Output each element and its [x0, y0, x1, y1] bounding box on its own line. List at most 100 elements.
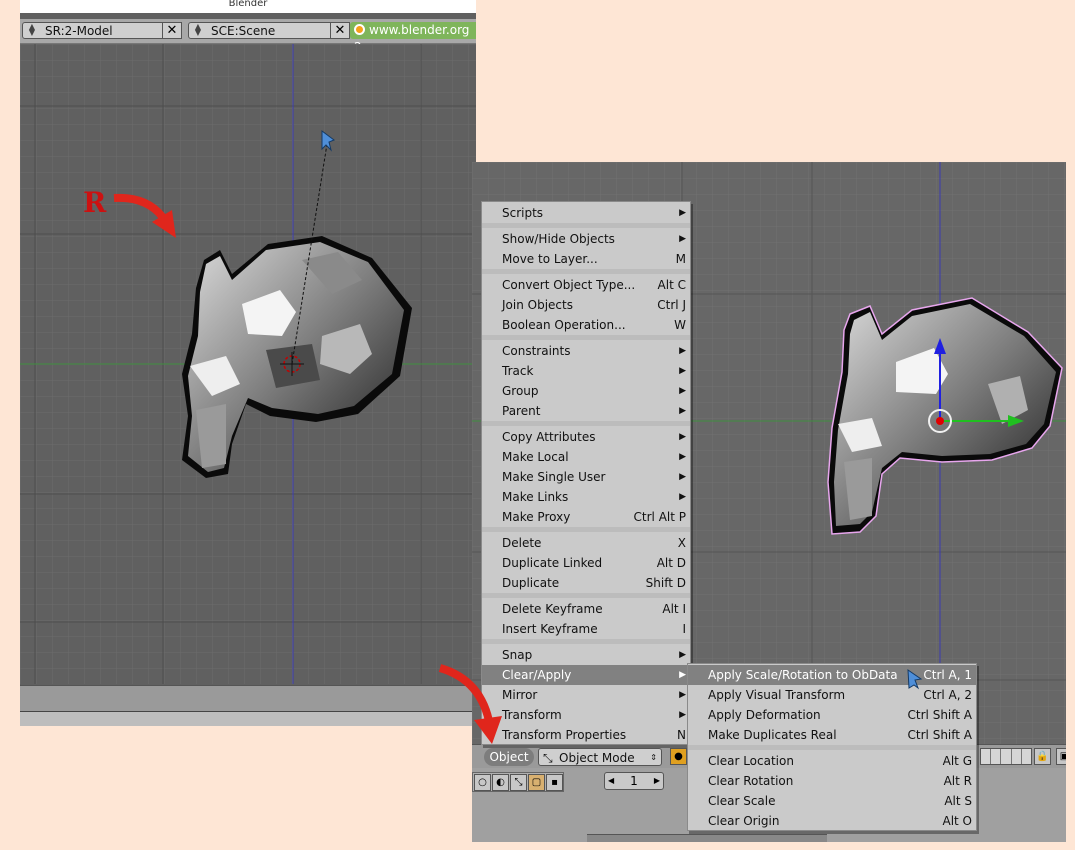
- menu-item-label: Show/Hide Objects: [502, 232, 615, 246]
- editing-tab-icon[interactable]: ▢: [528, 774, 545, 791]
- object-menu-item-parent[interactable]: Parent ▶: [482, 401, 690, 421]
- clear-apply-item-clear-scale[interactable]: Clear Scale Alt S: [688, 791, 976, 811]
- menu-item-label: Clear/Apply: [502, 668, 572, 682]
- mouse-pointer-icon: [907, 669, 923, 690]
- menu-item-label: Clear Origin: [708, 814, 780, 828]
- menu-item-shortcut: X: [677, 536, 686, 550]
- clear-apply-item-clear-location[interactable]: Clear Location Alt G: [688, 751, 976, 771]
- menu-item-label: Insert Keyframe: [502, 622, 598, 636]
- object-menu-item-duplicate[interactable]: Duplicate Shift D: [482, 573, 690, 593]
- submenu-arrow-icon: ▶: [679, 710, 686, 720]
- menu-item-shortcut: Alt D: [656, 556, 686, 570]
- object-mode-icon: ⤡: [543, 751, 553, 765]
- object-menu-item-delete-keyframe[interactable]: Delete Keyframe Alt I: [482, 599, 690, 619]
- menu-separator: [482, 269, 690, 274]
- menu-item-shortcut: Ctrl Shift A: [907, 708, 972, 722]
- object-menu-item-make-single-user[interactable]: Make Single User ▶: [482, 467, 690, 487]
- menu-item-label: Clear Scale: [708, 794, 776, 808]
- object-menu: Scripts ▶ Show/Hide Objects ▶ Move to Layer.…: [481, 201, 691, 745]
- menu-separator: [482, 527, 690, 532]
- menu-item-label: Make Local: [502, 450, 569, 464]
- menu-item-label: Make Duplicates Real: [708, 728, 837, 742]
- menu-item-label: Transform Properties: [502, 728, 627, 742]
- submenu-arrow-icon: ▶: [679, 406, 686, 416]
- object-menu-item-clear-apply[interactable]: Clear/Apply ▶: [482, 665, 690, 685]
- object-menu-item-make-proxy[interactable]: Make Proxy Ctrl Alt P: [482, 507, 690, 527]
- clear-apply-item-clear-rotation[interactable]: Clear Rotation Alt R: [688, 771, 976, 791]
- lock-icon[interactable]: 🔒: [1034, 748, 1051, 765]
- shading-solid-icon[interactable]: ○: [474, 774, 491, 791]
- menu-item-label: Clear Location: [708, 754, 794, 768]
- object-tab-icon[interactable]: ⤡: [510, 774, 527, 791]
- object-menu-item-snap[interactable]: Snap ▶: [482, 645, 690, 665]
- clear-apply-item-make-duplicates-real[interactable]: Make Duplicates Real Ctrl Shift A: [688, 725, 976, 745]
- menu-item-label: Parent: [502, 404, 541, 418]
- menu-separator: [482, 421, 690, 426]
- screen-label: SR:2-Model: [45, 24, 113, 38]
- clear-apply-item-apply-visual-transform[interactable]: Apply Visual Transform Ctrl A, 2: [688, 685, 976, 705]
- delete-screen-button[interactable]: ✕: [162, 22, 182, 39]
- menu-item-shortcut: Ctrl A, 2: [923, 688, 972, 702]
- object-menu-item-duplicate-linked[interactable]: Duplicate Linked Alt D: [482, 553, 690, 573]
- object-menu-item-copy-attributes[interactable]: Copy Attributes ▶: [482, 427, 690, 447]
- delete-scene-button[interactable]: ✕: [330, 22, 350, 39]
- object-menu-item-convert-object-type[interactable]: Convert Object Type... Alt C: [482, 275, 690, 295]
- object-menu-item-join-objects[interactable]: Join Objects Ctrl J: [482, 295, 690, 315]
- arrow-left-icon: ◀: [608, 776, 615, 785]
- object-menu-item-make-local[interactable]: Make Local ▶: [482, 447, 690, 467]
- object-menu-item-move-to-layer[interactable]: Move to Layer... M: [482, 249, 690, 269]
- menu-item-label: Boolean Operation...: [502, 318, 626, 332]
- layer-buttons[interactable]: [980, 748, 1032, 765]
- mode-selector[interactable]: ⤡ Object Mode ⇕: [538, 748, 662, 766]
- object-menu-item-constraints[interactable]: Constraints ▶: [482, 341, 690, 361]
- object-menu-item-boolean-operation[interactable]: Boolean Operation... W: [482, 315, 690, 335]
- blender-url-badge[interactable]: www.blender.org 2: [350, 22, 476, 54]
- menu-item-label: Duplicate: [502, 576, 560, 590]
- object-menu-item-transform-properties[interactable]: Transform Properties N: [482, 725, 690, 745]
- 3d-viewport-left[interactable]: [20, 44, 476, 684]
- menu-item-label: Track: [502, 364, 534, 378]
- menu-item-label: Transform: [502, 708, 562, 722]
- scene-label: SCE:Scene: [211, 24, 276, 38]
- object-menu-item-mirror[interactable]: Mirror ▶: [482, 685, 690, 705]
- draw-type-icon[interactable]: ●: [670, 748, 687, 765]
- object-menu-item-make-links[interactable]: Make Links ▶: [482, 487, 690, 507]
- menu-item-label: Duplicate Linked: [502, 556, 603, 570]
- menu-item-shortcut: Ctrl Shift A: [907, 728, 972, 742]
- submenu-arrow-icon: ▶: [679, 432, 686, 442]
- object-menu-item-delete[interactable]: Delete X: [482, 533, 690, 553]
- clear-apply-item-apply-deformation[interactable]: Apply Deformation Ctrl Shift A: [688, 705, 976, 725]
- submenu-arrow-icon: ▶: [679, 234, 686, 244]
- camera-icon[interactable]: ▣: [1056, 748, 1066, 765]
- menu-item-shortcut: N: [677, 728, 686, 742]
- object-menu-item-track[interactable]: Track ▶: [482, 361, 690, 381]
- annotation-letter-r: R: [83, 186, 107, 219]
- menu-item-label: Delete: [502, 536, 542, 550]
- menu-item-shortcut: Shift D: [645, 576, 686, 590]
- clear-apply-item-clear-origin[interactable]: Clear Origin Alt O: [688, 811, 976, 831]
- menu-item-shortcut: Alt S: [944, 794, 972, 808]
- shading-sphere-icon[interactable]: ◐: [492, 774, 509, 791]
- object-menu-button[interactable]: Object: [484, 748, 534, 766]
- object-menu-item-show-hide-objects[interactable]: Show/Hide Objects ▶: [482, 229, 690, 249]
- menu-item-shortcut: Alt C: [657, 278, 686, 292]
- clear-apply-item-apply-scale-rotation-to-obdata[interactable]: Apply Scale/Rotation to ObData Ctrl A, 1: [688, 665, 976, 685]
- menu-item-label: Apply Visual Transform: [708, 688, 846, 702]
- left-bottom-strip: [20, 685, 476, 726]
- scene-tab-icon[interactable]: ▪: [546, 774, 563, 791]
- menu-separator: [688, 745, 976, 750]
- menu-item-label: Snap: [502, 648, 533, 662]
- frame-number-field[interactable]: ◀ 1 ▶: [604, 772, 664, 790]
- object-menu-item-transform[interactable]: Transform ▶: [482, 705, 690, 725]
- frame-value: 1: [630, 774, 638, 788]
- menu-item-shortcut: Ctrl J: [657, 298, 686, 312]
- scene-selector[interactable]: ▲ ▼ SCE:Scene: [188, 22, 333, 39]
- screen-selector[interactable]: ▲ ▼ SR:2-Model: [22, 22, 165, 39]
- object-menu-item-group[interactable]: Group ▶: [482, 381, 690, 401]
- object-menu-item-scripts[interactable]: Scripts ▶: [482, 203, 690, 223]
- object-menu-item-insert-keyframe[interactable]: Insert Keyframe I: [482, 619, 690, 639]
- menu-item-label: Group: [502, 384, 539, 398]
- menu-item-label: Copy Attributes: [502, 430, 596, 444]
- viewport-drawing: [20, 44, 476, 684]
- blender-logo-icon: [354, 24, 365, 35]
